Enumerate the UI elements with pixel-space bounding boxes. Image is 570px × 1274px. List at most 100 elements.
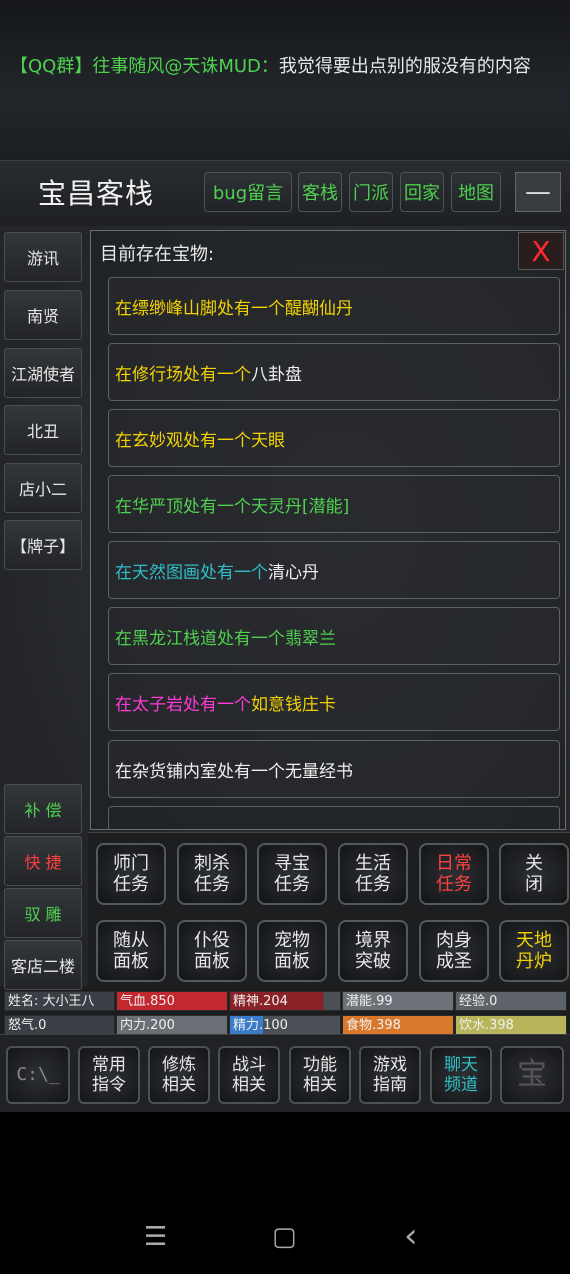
treasure-list-item[interactable]: 在修行场处有一个 八卦盘: [108, 343, 560, 401]
quick-command-button[interactable]: 宠物 面板: [257, 920, 327, 982]
label-line-2: 相关: [162, 1075, 196, 1095]
treasure-list-item[interactable]: 在缥缈峰山脚处有一个 醍醐仙丹: [108, 277, 560, 335]
label-line-1: 仆役: [194, 930, 230, 951]
chat-channel-tag: 【QQ群】: [10, 56, 93, 77]
treasure-location: 在杂货铺内室处有一个: [115, 761, 285, 782]
npc-button[interactable]: 店小二: [4, 463, 82, 513]
label-line-2: 任务: [436, 874, 472, 895]
npc-button[interactable]: 【牌子】: [4, 520, 82, 570]
bottom-menu-button[interactable]: 修炼 相关: [148, 1046, 210, 1104]
quick-command-label: 生活 任务: [355, 853, 391, 895]
stat-bar: 精神.204: [229, 991, 341, 1011]
treasure-location: 在黑龙江栈道处有一个: [115, 628, 285, 649]
label-line-1: 聊天: [444, 1055, 478, 1075]
treasure-icon[interactable]: 宝: [500, 1046, 564, 1104]
stat-label: 潜能.99: [346, 994, 393, 1009]
label-line-2: 成圣: [436, 951, 472, 972]
quick-command-label: 刺杀 任务: [194, 853, 230, 895]
label-line-2: 丹炉: [516, 951, 552, 972]
sect-button[interactable]: 门派: [349, 172, 393, 212]
label-line-1: 生活: [355, 853, 391, 874]
treasure-list-item[interactable]: 在华严顶处有一个 天灵丹[潜能]: [108, 475, 560, 533]
npc-button[interactable]: 南贤: [4, 290, 82, 340]
label-line-2: 频道: [444, 1075, 478, 1095]
quick-command-label: 宠物 面板: [274, 930, 310, 972]
treasure-name: 无量经书: [285, 761, 353, 782]
npc-button[interactable]: 江湖使者: [4, 348, 82, 398]
label-line-2: 突破: [355, 951, 391, 972]
quick-command-button[interactable]: 日常 任务: [419, 843, 489, 905]
label-line-2: 闭: [525, 874, 543, 895]
menu-icon[interactable]: ☰: [144, 1222, 167, 1252]
chat-ticker[interactable]: 【QQ群】往事随风@天诛MUD：我觉得要出点别的服没有的内容: [10, 52, 570, 78]
bug-report-button[interactable]: bug留言: [204, 172, 292, 212]
label-line-1: 随从: [113, 930, 149, 951]
quick-command-button[interactable]: 肉身 成圣: [419, 920, 489, 982]
npc-button[interactable]: 游讯: [4, 232, 82, 282]
inn-button[interactable]: 客栈: [298, 172, 342, 212]
label-line-1: 功能: [303, 1055, 337, 1075]
shortcut-button[interactable]: 快 捷: [4, 836, 82, 886]
chat-message: 我觉得要出点别的服没有的内容: [278, 56, 531, 77]
treasure-name: 翡翠兰: [285, 628, 336, 649]
console-icon[interactable]: C:\_: [6, 1046, 70, 1104]
npc-button[interactable]: 北丑: [4, 405, 82, 455]
quick-command-button[interactable]: 天地 丹炉: [499, 920, 569, 982]
stat-bar: 内力.200: [116, 1015, 228, 1035]
quick-command-button[interactable]: 随从 面板: [96, 920, 166, 982]
label-line-2: 面板: [113, 951, 149, 972]
top-status-area: [0, 0, 570, 160]
quick-command-button[interactable]: 生活 任务: [338, 843, 408, 905]
compensation-button[interactable]: 补 偿: [4, 784, 82, 834]
stat-label: 精神.204: [233, 994, 288, 1009]
bottom-menu-label: 聊天 频道: [444, 1055, 478, 1095]
label-line-1: 师门: [113, 853, 149, 874]
quick-command-button[interactable]: 师门 任务: [96, 843, 166, 905]
back-icon[interactable]: ‹: [404, 1216, 418, 1256]
minimize-button[interactable]: —: [515, 172, 561, 212]
close-panel-button[interactable]: X: [518, 232, 564, 270]
quick-command-label: 师门 任务: [113, 853, 149, 895]
treasure-name: 如意钱庄卡: [251, 694, 336, 715]
stat-label: 饮水.398: [459, 1018, 514, 1033]
bottom-menu-button[interactable]: 聊天 频道: [430, 1046, 492, 1104]
quick-command-label: 寻宝 任务: [274, 853, 310, 895]
bottom-menu-label: 修炼 相关: [162, 1055, 196, 1095]
treasure-location: 在修行场处有一个: [115, 364, 251, 385]
treasure-list-item[interactable]: 在黑龙江栈道处有一个 翡翠兰: [108, 607, 560, 665]
label-line-2: 指南: [373, 1075, 407, 1095]
stat-label: 气血.850: [120, 994, 175, 1009]
bottom-menu-button[interactable]: 功能 相关: [289, 1046, 351, 1104]
stat-bar: 经验.0: [455, 991, 567, 1011]
label-line-1: 境界: [355, 930, 391, 951]
ride-eagle-button[interactable]: 驭 雕: [4, 888, 82, 938]
label-line-2: 指令: [92, 1075, 126, 1095]
stat-bar: 食物.398: [342, 1015, 454, 1035]
label-line-1: 刺杀: [194, 853, 230, 874]
quick-command-button[interactable]: 关闭: [499, 843, 569, 905]
label-line-2: 相关: [232, 1075, 266, 1095]
home-icon[interactable]: ▢: [272, 1222, 297, 1252]
quick-command-button[interactable]: 刺杀 任务: [177, 843, 247, 905]
stat-label: 内力.200: [120, 1018, 175, 1033]
bottom-menu-button[interactable]: 常用 指令: [78, 1046, 140, 1104]
bottom-menu-button[interactable]: 战斗 相关: [218, 1046, 280, 1104]
quick-command-button[interactable]: 境界 突破: [338, 920, 408, 982]
treasure-location: 在华严顶处有一个: [115, 496, 251, 517]
treasure-location: 在玄妙观处有一个: [115, 430, 251, 451]
inn-upstairs-button[interactable]: 客店二楼: [4, 940, 82, 990]
bottom-menu-button[interactable]: 游戏 指南: [359, 1046, 421, 1104]
treasure-list-item[interactable]: 在玄妙观处有一个 天眼: [108, 409, 560, 467]
treasure-list-item[interactable]: 在杂货铺内室处有一个 无量经书: [108, 740, 560, 798]
bottom-menu-label: 游戏 指南: [373, 1055, 407, 1095]
map-button[interactable]: 地图: [451, 172, 501, 212]
quick-command-label: 境界 突破: [355, 930, 391, 972]
treasure-location: 在天然图画处有一个: [115, 562, 268, 583]
treasure-list-item[interactable]: 在天然图画处有一个 清心丹: [108, 541, 560, 599]
go-home-button[interactable]: 回家: [400, 172, 444, 212]
quick-command-button[interactable]: 仆役 面板: [177, 920, 247, 982]
treasure-list-item[interactable]: 在太子岩处有一个 如意钱庄卡: [108, 673, 560, 731]
quick-command-button[interactable]: 寻宝 任务: [257, 843, 327, 905]
label-line-2: 任务: [194, 874, 230, 895]
quick-command-label: 肉身 成圣: [436, 930, 472, 972]
